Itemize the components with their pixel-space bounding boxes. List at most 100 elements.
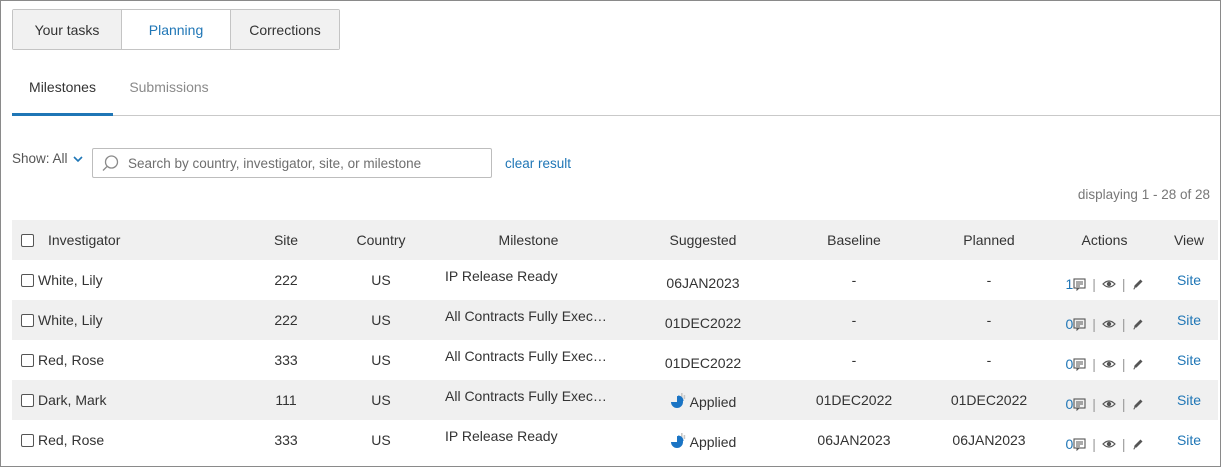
- header-view: View: [1173, 232, 1205, 248]
- row-checkbox[interactable]: [21, 313, 34, 327]
- eye-icon[interactable]: [1102, 359, 1116, 369]
- site-link[interactable]: Site: [1177, 392, 1201, 408]
- cell-planned: -: [986, 352, 992, 368]
- show-filter-dropdown[interactable]: Show: All: [12, 151, 83, 166]
- cell-suggested: 01DEC2022: [627, 352, 779, 371]
- clear-result-link[interactable]: clear result: [505, 156, 571, 171]
- milestone-text: IP Release Ready: [445, 428, 558, 444]
- separator: |: [1092, 396, 1096, 412]
- cell-planned: 06JAN2023: [952, 432, 1026, 448]
- comment-count[interactable]: 0: [1065, 396, 1073, 412]
- cell-site: 222: [274, 312, 298, 328]
- comment-icon[interactable]: [1073, 397, 1086, 411]
- top-tab-group: Your tasks Planning Corrections: [12, 9, 340, 50]
- pencil-icon[interactable]: [1132, 318, 1144, 330]
- eye-icon[interactable]: [1102, 439, 1116, 449]
- tab-corrections[interactable]: Corrections: [231, 10, 339, 49]
- cell-suggested: Applied: [627, 390, 779, 411]
- cell-country: US: [371, 432, 391, 448]
- milestone-text: IP Release Ready: [445, 268, 558, 284]
- cell-country: US: [371, 272, 391, 288]
- site-link[interactable]: Site: [1177, 272, 1201, 288]
- tab-milestones[interactable]: Milestones: [12, 71, 113, 116]
- cell-baseline: -: [851, 312, 857, 328]
- milestone-text: All Contracts Fully Exec…: [445, 348, 607, 364]
- comment-count[interactable]: 1: [1065, 276, 1073, 292]
- cell-milestone: All Contracts Fully Exec…: [430, 348, 627, 368]
- cell-actions: 0 | |: [1049, 316, 1160, 332]
- header-actions: Actions: [1081, 232, 1128, 248]
- suggested-date: 01DEC2022: [664, 355, 742, 371]
- tab-submissions[interactable]: Submissions: [124, 71, 214, 116]
- pie-chart-icon: [670, 432, 688, 450]
- cell-site: 222: [274, 272, 298, 288]
- cell-actions: 0 | |: [1049, 356, 1160, 372]
- cell-suggested: 01DEC2022: [627, 312, 779, 331]
- cell-investigator: Red, Rose: [12, 432, 240, 448]
- cell-baseline: 06JAN2023: [817, 432, 891, 448]
- cell-suggested: 06JAN2023: [627, 272, 779, 291]
- row-checkbox[interactable]: [21, 393, 34, 407]
- show-filter-label: Show: All: [12, 151, 68, 166]
- comment-icon[interactable]: [1073, 357, 1086, 371]
- investigator-name: Red, Rose: [38, 352, 105, 368]
- table-header: Investigator Site Country Milestone Sugg…: [12, 220, 1218, 260]
- cell-baseline: -: [851, 272, 857, 288]
- cell-site: 333: [274, 352, 298, 368]
- cell-investigator: Red, Rose: [12, 352, 240, 368]
- applied-label: Applied: [689, 393, 737, 410]
- applied-status: Applied: [670, 392, 737, 410]
- row-checkbox[interactable]: [21, 353, 34, 367]
- site-link[interactable]: Site: [1177, 432, 1201, 448]
- comment-icon[interactable]: [1073, 317, 1086, 331]
- header-investigator-label: Investigator: [48, 232, 121, 248]
- table-row: White, Lily 222 US All Contracts Fully E…: [12, 300, 1218, 340]
- separator: |: [1092, 316, 1096, 332]
- applied-label: Applied: [689, 433, 737, 450]
- cell-actions: 1 | |: [1049, 276, 1160, 292]
- pencil-icon[interactable]: [1132, 398, 1144, 410]
- chevron-down-icon: [72, 154, 83, 166]
- comment-icon[interactable]: [1073, 437, 1086, 451]
- separator: |: [1121, 396, 1126, 412]
- pencil-icon[interactable]: [1132, 358, 1144, 370]
- app-frame: Your tasks Planning Corrections Mileston…: [0, 0, 1221, 467]
- cell-investigator: Dark, Mark: [12, 392, 240, 408]
- search-input[interactable]: [128, 155, 488, 171]
- eye-icon[interactable]: [1102, 399, 1116, 409]
- comment-count[interactable]: 0: [1065, 356, 1073, 372]
- row-checkbox[interactable]: [21, 273, 34, 287]
- header-site: Site: [273, 232, 299, 248]
- cell-site: 111: [275, 392, 297, 408]
- site-link[interactable]: Site: [1177, 352, 1201, 368]
- suggested-date: 06JAN2023: [666, 275, 740, 291]
- eye-icon[interactable]: [1102, 319, 1116, 329]
- investigator-name: White, Lily: [38, 312, 103, 328]
- cell-suggested: Applied: [627, 430, 779, 451]
- cell-country: US: [371, 392, 391, 408]
- pencil-icon[interactable]: [1132, 278, 1144, 290]
- cell-planned: -: [986, 272, 992, 288]
- separator: |: [1092, 356, 1096, 372]
- milestone-text: All Contracts Fully Exec…: [445, 308, 607, 324]
- eye-icon[interactable]: [1102, 279, 1116, 289]
- select-all-checkbox[interactable]: [21, 233, 34, 247]
- separator: |: [1121, 316, 1126, 332]
- milestone-text: All Contracts Fully Exec…: [445, 388, 607, 404]
- investigator-name: Red, Rose: [38, 432, 105, 448]
- header-investigator: Investigator: [12, 232, 240, 248]
- tab-planning[interactable]: Planning: [122, 10, 231, 49]
- comment-icon[interactable]: [1073, 277, 1086, 291]
- comment-count[interactable]: 0: [1065, 316, 1073, 332]
- comment-count[interactable]: 0: [1065, 436, 1073, 452]
- separator: |: [1092, 436, 1096, 452]
- row-checkbox[interactable]: [21, 433, 34, 447]
- table-row: Red, Rose 333 US All Contracts Fully Exe…: [12, 340, 1218, 380]
- site-link[interactable]: Site: [1177, 312, 1201, 328]
- search-box: [92, 148, 492, 178]
- cell-country: US: [371, 352, 391, 368]
- display-count: displaying 1 - 28 of 28: [1077, 187, 1210, 202]
- milestones-table: Investigator Site Country Milestone Sugg…: [12, 220, 1218, 460]
- tab-your-tasks[interactable]: Your tasks: [13, 10, 122, 49]
- pencil-icon[interactable]: [1132, 438, 1144, 450]
